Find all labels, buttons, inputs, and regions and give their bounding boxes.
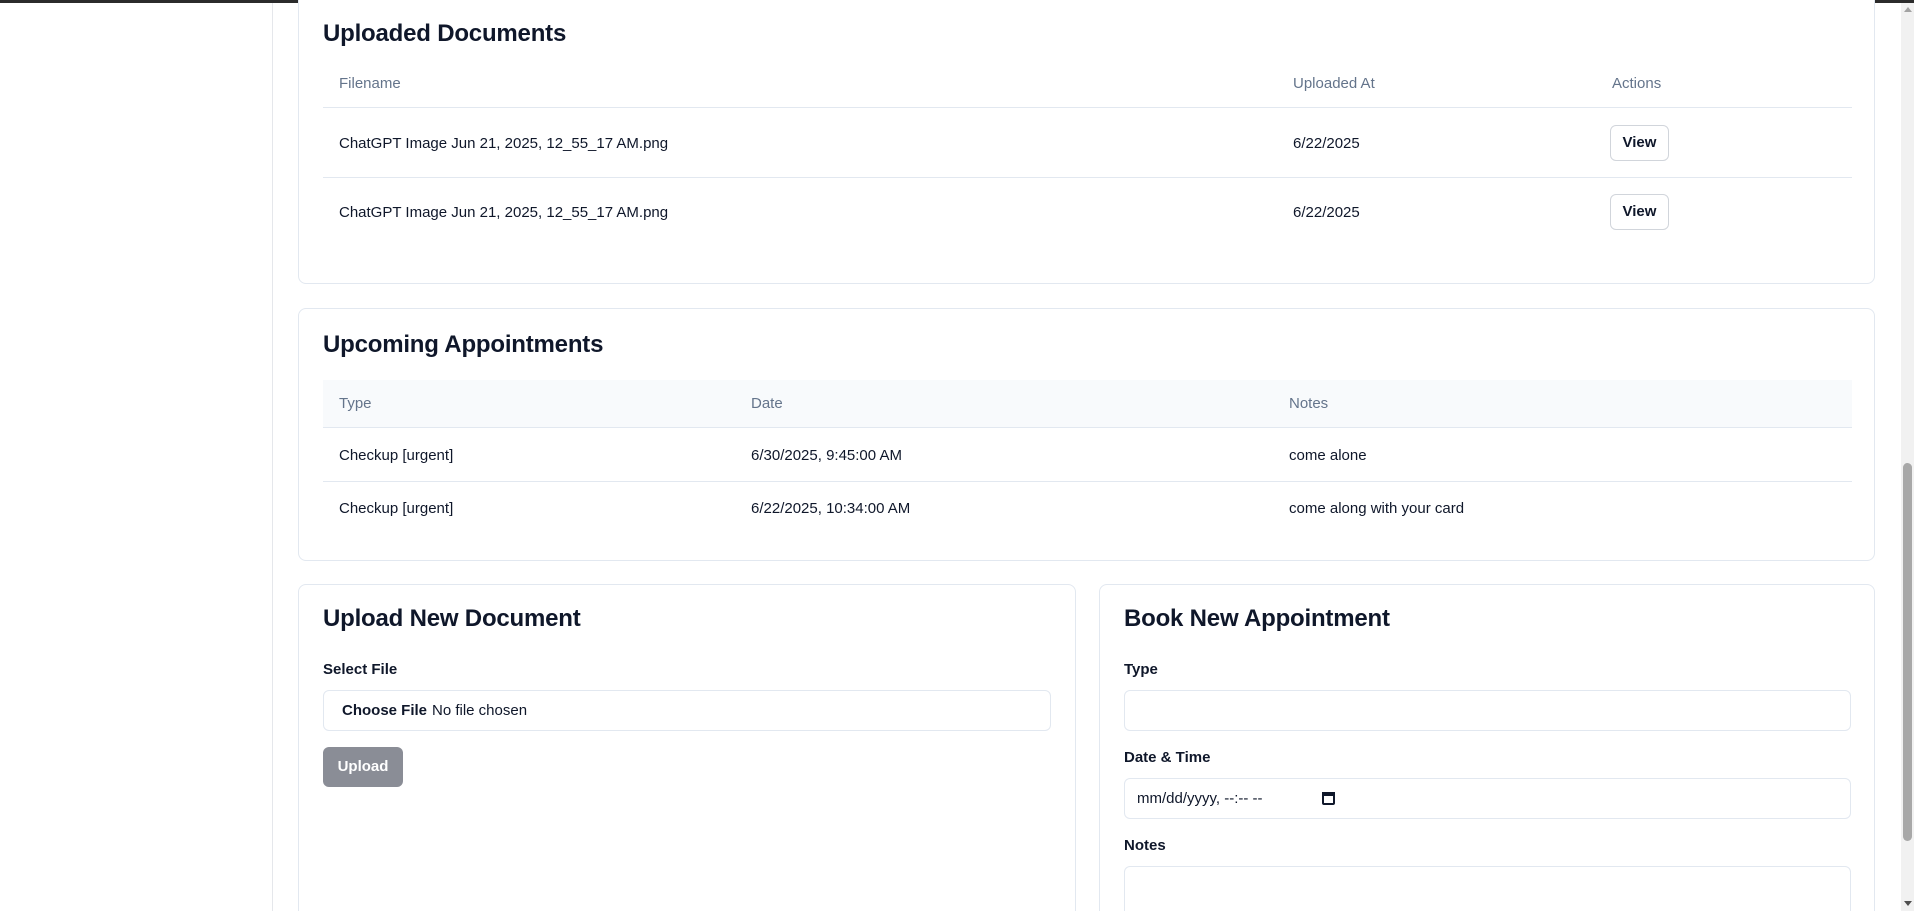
upload-button[interactable]: Upload bbox=[323, 747, 403, 787]
page-scrollbar[interactable] bbox=[1901, 3, 1914, 911]
appointments-table-header: Type Date Notes bbox=[323, 380, 1852, 428]
appointment-date: 6/30/2025, 9:45:00 AM bbox=[751, 447, 902, 464]
sidebar bbox=[0, 3, 273, 911]
upload-document-title: Upload New Document bbox=[323, 605, 581, 632]
column-header-notes: Notes bbox=[1289, 395, 1329, 412]
document-uploaded-at: 6/22/2025 bbox=[1293, 135, 1360, 152]
column-header-actions: Actions bbox=[1612, 75, 1662, 92]
choose-file-button[interactable]: Choose File bbox=[342, 691, 427, 730]
notes-textarea[interactable] bbox=[1124, 866, 1851, 911]
select-file-label: Select File bbox=[323, 661, 398, 678]
book-appointment-card: Book New Appointment Type Date & Time mm… bbox=[1099, 584, 1875, 911]
documents-table-header: Filename Uploaded At Actions bbox=[323, 60, 1852, 108]
date-time-input[interactable]: mm/dd/yyyy, --:-- -- bbox=[1124, 778, 1851, 819]
scroll-up-arrow-icon[interactable] bbox=[1904, 7, 1912, 12]
table-row: ChatGPT Image Jun 21, 2025, 12_55_17 AM.… bbox=[323, 178, 1852, 247]
book-appointment-title: Book New Appointment bbox=[1124, 605, 1390, 632]
uploaded-documents-title: Uploaded Documents bbox=[323, 20, 567, 47]
column-header-filename: Filename bbox=[339, 75, 401, 92]
type-label: Type bbox=[1124, 661, 1158, 678]
appointment-notes: come along with your card bbox=[1289, 500, 1465, 517]
scrollbar-thumb[interactable] bbox=[1903, 463, 1912, 841]
upcoming-appointments-card: Upcoming Appointments Type Date Notes Ch… bbox=[298, 308, 1875, 561]
upcoming-appointments-title: Upcoming Appointments bbox=[323, 331, 604, 358]
table-row: Checkup [urgent] 6/22/2025, 10:34:00 AM … bbox=[323, 482, 1852, 535]
document-uploaded-at: 6/22/2025 bbox=[1293, 204, 1360, 221]
upload-document-card: Upload New Document Select File Choose F… bbox=[298, 584, 1076, 911]
column-header-type: Type bbox=[339, 395, 372, 412]
table-row: Checkup [urgent] 6/30/2025, 9:45:00 AM c… bbox=[323, 429, 1852, 482]
table-row: ChatGPT Image Jun 21, 2025, 12_55_17 AM.… bbox=[323, 109, 1852, 178]
column-header-uploaded-at: Uploaded At bbox=[1293, 75, 1375, 92]
appointment-type: Checkup [urgent] bbox=[339, 500, 454, 517]
date-time-placeholder: mm/dd/yyyy, --:-- -- bbox=[1137, 790, 1263, 807]
view-document-button[interactable]: View bbox=[1610, 194, 1669, 230]
appointment-notes: come alone bbox=[1289, 447, 1367, 464]
date-time-label: Date & Time bbox=[1124, 749, 1211, 766]
calendar-icon[interactable] bbox=[1322, 792, 1335, 805]
scroll-down-arrow-icon[interactable] bbox=[1904, 901, 1912, 906]
appointment-type: Checkup [urgent] bbox=[339, 447, 454, 464]
file-status-text: No file chosen bbox=[432, 702, 528, 719]
type-input[interactable] bbox=[1124, 690, 1851, 731]
view-document-button[interactable]: View bbox=[1610, 125, 1669, 161]
notes-label: Notes bbox=[1124, 837, 1166, 854]
file-input[interactable]: Choose File No file chosen bbox=[323, 690, 1051, 731]
column-header-date: Date bbox=[751, 395, 783, 412]
main-content: Uploaded Documents Filename Uploaded At … bbox=[274, 0, 1901, 911]
document-filename: ChatGPT Image Jun 21, 2025, 12_55_17 AM.… bbox=[339, 204, 669, 221]
document-filename: ChatGPT Image Jun 21, 2025, 12_55_17 AM.… bbox=[339, 135, 669, 152]
appointment-date: 6/22/2025, 10:34:00 AM bbox=[751, 500, 911, 517]
uploaded-documents-card: Uploaded Documents Filename Uploaded At … bbox=[298, 0, 1875, 284]
